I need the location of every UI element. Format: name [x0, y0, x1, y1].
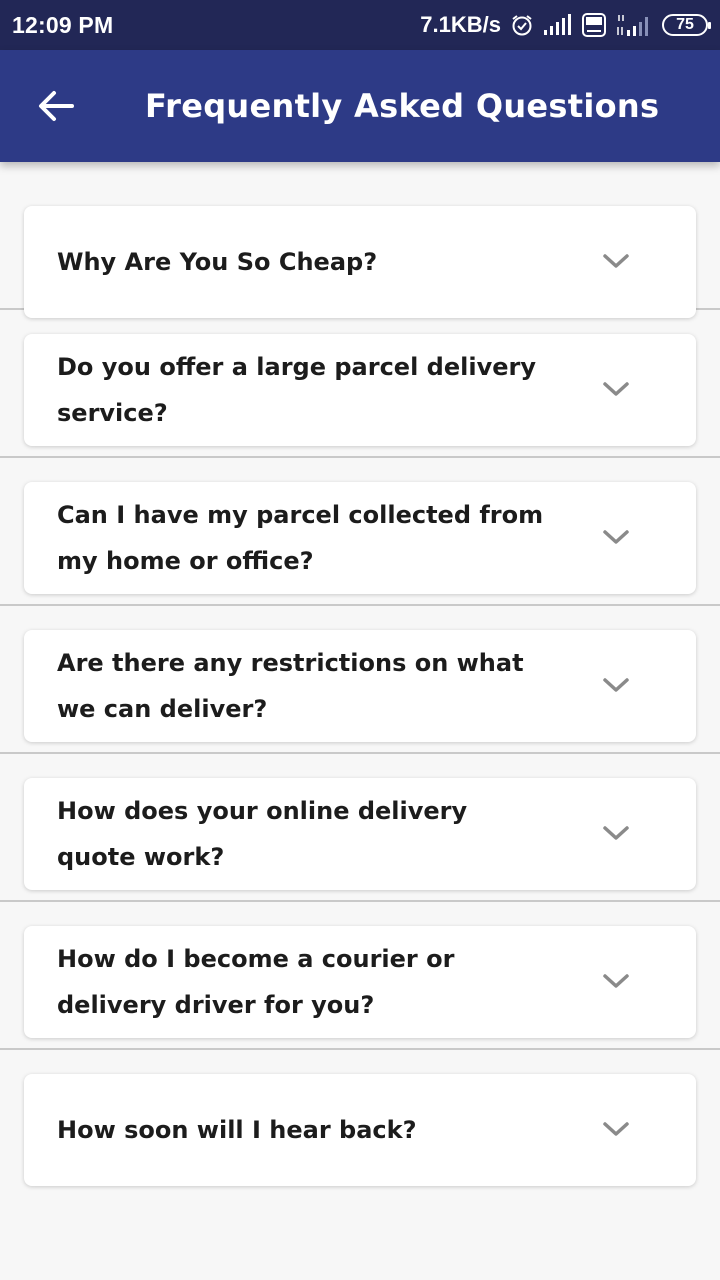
faq-item-1[interactable]: Why Are You So Cheap?	[24, 206, 696, 318]
faq-item-5[interactable]: How does your online delivery quote work…	[24, 778, 696, 890]
faq-item-2[interactable]: Do you offer a large parcel delivery ser…	[24, 334, 696, 446]
chevron-down-icon[interactable]	[602, 822, 630, 846]
faq-row: Are there any restrictions on what we ca…	[0, 606, 720, 754]
faq-row: How soon will I hear back?	[0, 1050, 720, 1198]
battery-level: 75	[676, 16, 694, 33]
faq-row: Can I have my parcel collected from my h…	[0, 458, 720, 606]
faq-row: How do I become a courier or delivery dr…	[0, 902, 720, 1050]
app-bar: Frequently Asked Questions	[0, 50, 720, 162]
back-button[interactable]	[34, 84, 78, 128]
faq-row: Why Are You So Cheap?	[0, 162, 720, 318]
arrow-left-icon	[39, 91, 74, 121]
faq-question: How does your online delivery quote work…	[57, 797, 468, 871]
battery-icon: 75	[662, 14, 711, 36]
chevron-down-icon[interactable]	[602, 526, 630, 550]
faq-list: Why Are You So Cheap? Do you offer a lar…	[0, 162, 720, 1198]
faq-item-6[interactable]: How do I become a courier or delivery dr…	[24, 926, 696, 1038]
faq-row: Do you offer a large parcel delivery ser…	[0, 310, 720, 458]
faq-item-7[interactable]: How soon will I hear back?	[24, 1074, 696, 1186]
faq-question: Are there any restrictions on what we ca…	[57, 649, 524, 723]
faq-item-3[interactable]: Can I have my parcel collected from my h…	[24, 482, 696, 594]
volte-icon	[582, 13, 606, 37]
chevron-down-icon[interactable]	[602, 674, 630, 698]
faq-question: Can I have my parcel collected from my h…	[57, 501, 544, 575]
alarm-icon	[512, 15, 532, 36]
chevron-down-icon[interactable]	[602, 378, 630, 402]
faq-question: How do I become a courier or delivery dr…	[57, 945, 455, 1019]
signal-icon	[544, 14, 571, 35]
page-title: Frequently Asked Questions	[145, 87, 660, 125]
faq-row: How does your online delivery quote work…	[0, 754, 720, 902]
chevron-down-icon[interactable]	[602, 970, 630, 994]
faq-question: Why Are You So Cheap?	[57, 248, 378, 276]
chevron-down-icon[interactable]	[602, 1118, 630, 1142]
faq-question: Do you offer a large parcel delivery ser…	[57, 353, 536, 427]
chevron-down-icon[interactable]	[602, 250, 630, 274]
signal-4g-icon	[617, 15, 648, 36]
faq-item-4[interactable]: Are there any restrictions on what we ca…	[24, 630, 696, 742]
status-time: 12:09 PM	[12, 11, 114, 38]
status-icons: 7.1KB/s 75	[420, 12, 711, 38]
status-bar: 12:09 PM 7.1KB/s 75	[0, 0, 720, 50]
network-speed: 7.1KB/s	[420, 12, 501, 37]
faq-question: How soon will I hear back?	[57, 1116, 417, 1144]
